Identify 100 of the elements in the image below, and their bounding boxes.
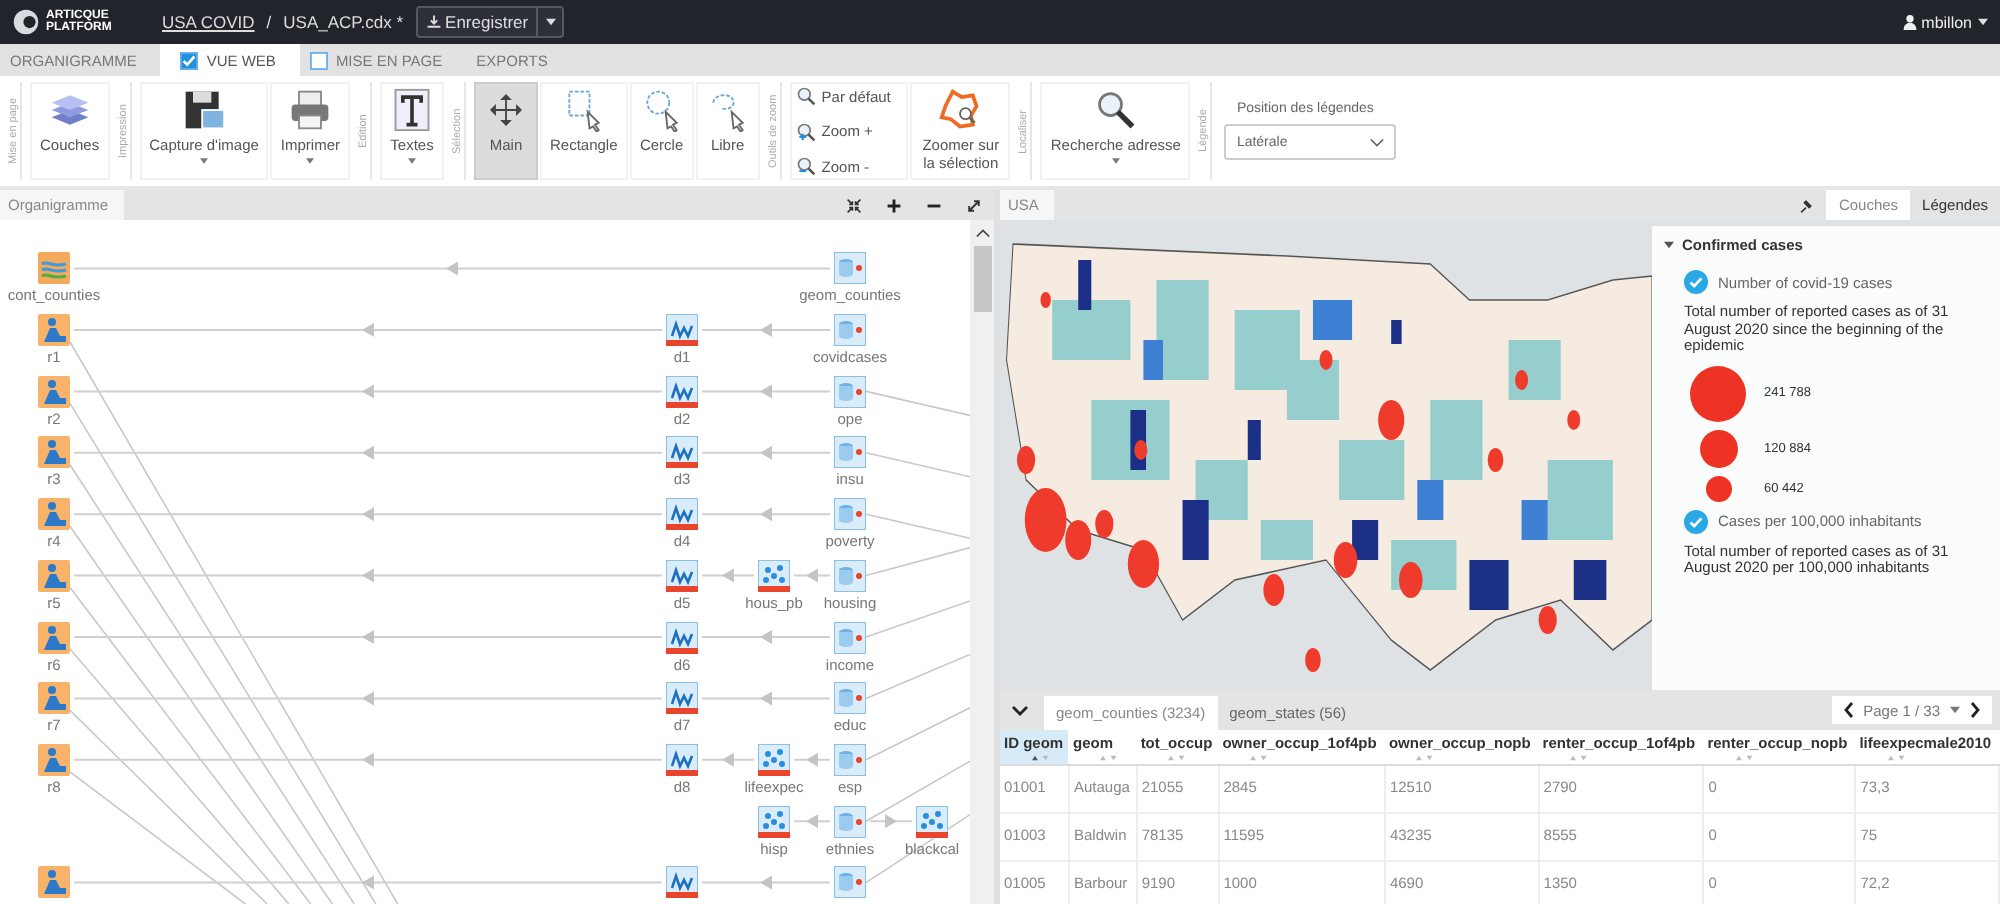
connector-arrow <box>701 752 755 767</box>
connector-arrow <box>793 568 831 583</box>
checkbox-icon[interactable] <box>1684 270 1708 294</box>
data-node-icon[interactable] <box>834 682 866 715</box>
download-icon <box>425 14 442 30</box>
caret-icon <box>408 158 416 164</box>
connector-arrow <box>701 445 831 460</box>
connector-arrow <box>701 630 831 644</box>
sort-icon <box>1250 754 1269 762</box>
sort-icon <box>1032 754 1050 762</box>
sort-icon <box>1168 754 1187 762</box>
connector-arrow <box>793 814 831 829</box>
sort-icon <box>1570 754 1589 762</box>
floppy-disk-icon <box>182 88 226 132</box>
data-node-icon[interactable] <box>834 436 866 469</box>
connector-arrow <box>869 814 913 829</box>
save-button[interactable]: Enregistrer <box>415 6 539 38</box>
data-node-icon[interactable] <box>834 252 866 285</box>
legend-circle-icon <box>1705 475 1731 501</box>
analysis-node-icon[interactable] <box>666 498 698 531</box>
data-node-icon[interactable] <box>834 498 866 531</box>
data-node-icon[interactable] <box>834 559 866 592</box>
connector-line <box>865 513 970 539</box>
scrollbar[interactable] <box>970 220 994 904</box>
logo-icon <box>12 8 40 36</box>
connector-arrow <box>701 691 831 706</box>
collapse-caret-icon[interactable] <box>1664 240 1674 250</box>
map-drawing[interactable] <box>1005 243 1652 672</box>
render-node-icon[interactable] <box>38 436 70 469</box>
data-node-icon[interactable] <box>834 743 866 776</box>
connector-line <box>865 707 970 761</box>
render-node-icon[interactable] <box>38 314 70 346</box>
chevron-down-icon <box>1370 137 1385 147</box>
scroll-thumb[interactable] <box>973 246 991 312</box>
user-menu[interactable]: mbillon <box>1921 13 1972 31</box>
connector-line <box>865 760 970 822</box>
chevron-left-icon[interactable] <box>1843 702 1854 718</box>
sort-icon <box>1100 754 1119 762</box>
expand-icon[interactable] <box>966 197 982 213</box>
legend-circle-icon <box>1699 429 1737 467</box>
printer-icon <box>288 88 333 132</box>
process-node-icon[interactable] <box>758 805 790 838</box>
analysis-node-icon[interactable] <box>666 866 698 899</box>
render-node-icon[interactable] <box>38 559 70 592</box>
chevron-right-icon[interactable] <box>1970 702 1980 718</box>
text-tool-icon <box>390 88 434 132</box>
connector-line <box>865 546 970 577</box>
collapse-icon[interactable] <box>846 197 862 213</box>
zoom-selection-icon <box>938 88 983 132</box>
connector-arrow <box>793 752 831 767</box>
pin-icon[interactable] <box>1798 197 1815 213</box>
zoom-in-icon[interactable] <box>886 197 902 213</box>
analysis-node-icon[interactable] <box>666 621 698 653</box>
magnifier-icon <box>795 86 816 106</box>
render-node-icon[interactable] <box>38 743 70 776</box>
data-node-icon[interactable] <box>834 805 866 838</box>
connector-arrow <box>701 507 831 522</box>
analysis-node-icon[interactable] <box>666 314 698 346</box>
layer-node-icon[interactable] <box>38 252 70 285</box>
analysis-node-icon[interactable] <box>666 436 698 469</box>
sort-icon <box>1416 754 1435 762</box>
connector-arrow <box>701 323 831 337</box>
magnifier-icon <box>795 121 816 141</box>
file-name: USA_ACP.cdx * <box>283 12 404 32</box>
render-node-icon[interactable] <box>38 498 70 531</box>
legend-circle-icon <box>1690 365 1746 421</box>
render-node-icon[interactable] <box>38 375 70 408</box>
process-node-icon[interactable] <box>758 559 790 592</box>
process-node-icon[interactable] <box>916 805 948 838</box>
process-node-icon[interactable] <box>758 743 790 776</box>
render-node-icon[interactable] <box>38 621 70 653</box>
sort-icon <box>1735 754 1754 762</box>
render-node-icon[interactable] <box>38 682 70 715</box>
caret-icon <box>1950 706 1960 714</box>
connector-arrow <box>701 384 831 399</box>
analysis-node-icon[interactable] <box>666 682 698 715</box>
data-node-icon[interactable] <box>834 866 866 899</box>
save-menu-button[interactable] <box>538 6 565 38</box>
connector-line <box>865 452 970 478</box>
user-icon <box>1901 14 1918 30</box>
caret-icon <box>1978 18 1988 26</box>
connector-arrow <box>701 875 831 890</box>
data-node-icon[interactable] <box>834 375 866 408</box>
project-link[interactable]: USA COVID <box>162 12 255 32</box>
data-node-icon[interactable] <box>834 621 866 653</box>
checkbox-icon[interactable] <box>1684 509 1708 533</box>
analysis-node-icon[interactable] <box>666 743 698 776</box>
caret-icon <box>306 158 315 164</box>
chevron-down-icon[interactable] <box>1012 706 1028 716</box>
search-icon <box>1093 88 1138 132</box>
connector-line <box>865 390 970 417</box>
connector-arrow <box>701 568 755 583</box>
breadcrumb-separator: / <box>266 12 272 32</box>
analysis-node-icon[interactable] <box>666 375 698 408</box>
analysis-node-icon[interactable] <box>666 559 698 592</box>
scroll-up-icon[interactable] <box>975 228 989 238</box>
render-node-icon[interactable] <box>38 866 70 899</box>
data-node-icon[interactable] <box>834 314 866 346</box>
caret-icon <box>545 18 556 26</box>
caret-icon <box>200 158 208 164</box>
